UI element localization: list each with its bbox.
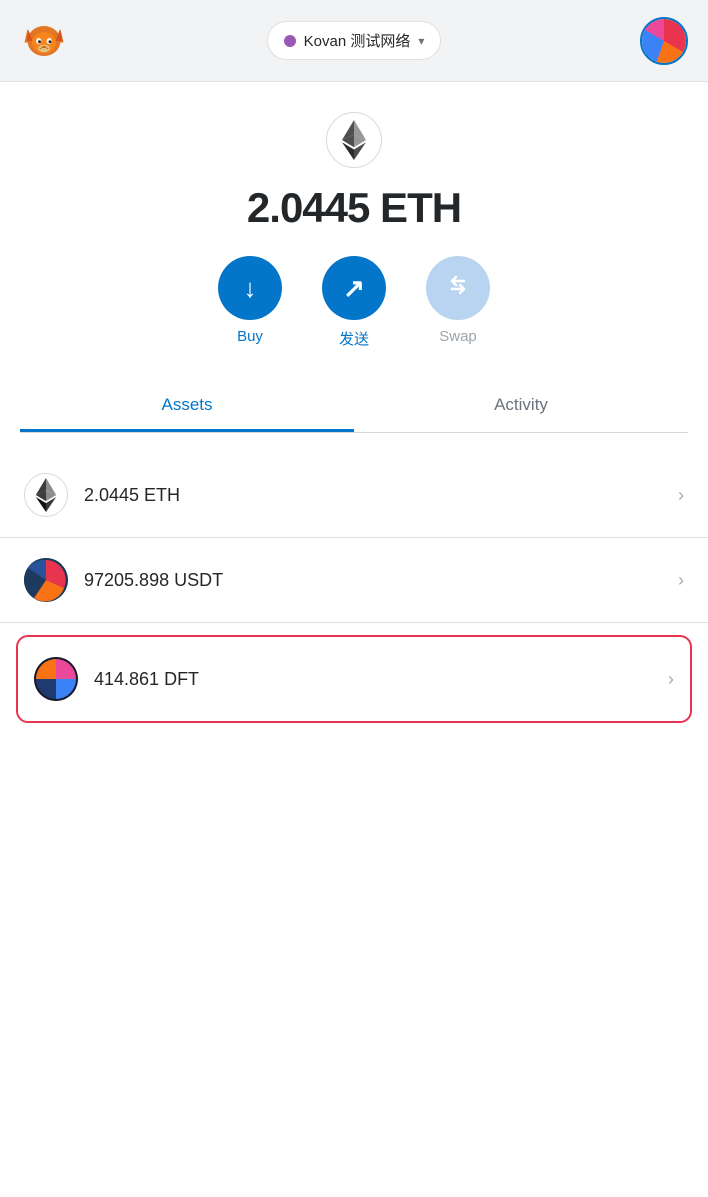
eth-token-icon xyxy=(24,473,68,517)
buy-button[interactable] xyxy=(218,256,282,320)
send-label: 发送 xyxy=(339,328,369,349)
account-avatar[interactable] xyxy=(640,17,688,65)
chevron-down-icon: ▾ xyxy=(418,34,424,48)
usdt-balance: 97205.898 USDT xyxy=(84,570,678,591)
dft-token-icon xyxy=(34,657,78,701)
avatar-image xyxy=(642,19,686,63)
buy-label: Buy xyxy=(237,328,263,345)
buy-icon xyxy=(244,273,257,304)
asset-item-usdt[interactable]: 97205.898 USDT › xyxy=(0,538,708,623)
network-selector[interactable]: Kovan 测试网络 ▾ xyxy=(267,21,442,60)
main-content: 2.0445 ETH Buy 发送 xyxy=(0,82,708,1197)
swap-icon xyxy=(444,271,472,306)
dft-balance: 414.861 DFT xyxy=(94,669,668,690)
asset-list: 2.0445 ETH › 97205.898 USDT › xyxy=(0,453,708,723)
usdt-token-icon xyxy=(24,558,68,602)
eth-balance: 2.0445 ETH xyxy=(84,485,678,506)
tab-bar: Assets Activity xyxy=(20,381,688,433)
wallet-section: 2.0445 ETH Buy 发送 xyxy=(0,82,708,453)
usdt-chevron-icon: › xyxy=(678,570,684,591)
dft-chevron-icon: › xyxy=(668,669,674,690)
network-name-label: Kovan 测试网络 xyxy=(304,30,411,51)
swap-button[interactable] xyxy=(426,256,490,320)
swap-label: Swap xyxy=(439,328,477,345)
asset-item-dft[interactable]: 414.861 DFT › xyxy=(16,635,692,723)
asset-item-eth[interactable]: 2.0445 ETH › xyxy=(0,453,708,538)
wallet-balance: 2.0445 ETH xyxy=(247,184,461,232)
send-icon xyxy=(343,273,365,304)
tab-activity[interactable]: Activity xyxy=(354,381,688,432)
network-status-dot xyxy=(284,35,296,47)
app-header: Kovan 测试网络 ▾ xyxy=(0,0,708,82)
eth-logo-icon xyxy=(326,112,382,168)
action-buttons-group: Buy 发送 Swap xyxy=(218,256,490,349)
send-button[interactable] xyxy=(322,256,386,320)
metamask-logo xyxy=(20,14,68,67)
buy-button-group: Buy xyxy=(218,256,282,345)
tab-assets[interactable]: Assets xyxy=(20,381,354,432)
swap-button-group: Swap xyxy=(426,256,490,345)
send-button-group: 发送 xyxy=(322,256,386,349)
eth-chevron-icon: › xyxy=(678,485,684,506)
